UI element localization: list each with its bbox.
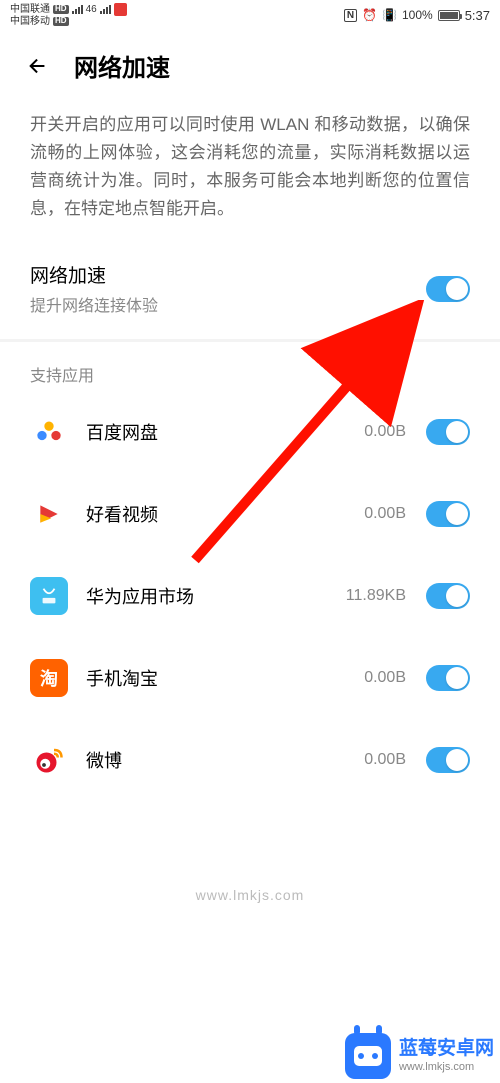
main-toggle-row: 网络加速 提升网络连接体验 [0,243,500,334]
app-toggle-haokan[interactable] [426,501,470,527]
app-data: 0.00B [364,505,406,523]
carrier-1: 中国联通 [10,4,50,15]
app-row-weibo[interactable]: 微博 0.00B [0,719,500,801]
main-toggle-title: 网络加速 [30,261,158,288]
app-data: 11.89KB [346,587,406,605]
footer-brand: 蓝莓安卓网 [399,1038,494,1061]
back-button[interactable] [24,52,52,80]
signal-2-icon [100,5,111,14]
signal-1-icon [72,5,83,14]
app-indicator-icon [114,3,127,16]
app-data: 0.00B [364,423,406,441]
clock: 5:37 [465,8,490,23]
app-name: 微博 [86,747,364,773]
app-row-haokan[interactable]: 好看视频 0.00B [0,473,500,555]
watermark: www.lmkjs.com [0,887,500,903]
header: 网络加速 [0,30,500,101]
nfc-icon: N [344,9,357,22]
app-toggle-baidu[interactable] [426,419,470,445]
main-toggle[interactable] [426,276,470,302]
battery-pct: 100% [402,8,433,22]
app-row-taobao[interactable]: 淘 手机淘宝 0.00B [0,637,500,719]
app-row-huawei-appgallery[interactable]: 华为应用市场 11.89KB [0,555,500,637]
status-left: 中国联通 HD 46 中国移动 HD [10,3,127,27]
app-toggle-weibo[interactable] [426,747,470,773]
app-row-baidu-netdisk[interactable]: 百度网盘 0.00B [0,391,500,473]
huawei-appgallery-icon [30,577,68,615]
description-text: 开关开启的应用可以同时使用 WLAN 和移动数据，以确保流畅的上网体验，这会消耗… [0,101,500,243]
hd-badge-2: HD [53,17,69,26]
taobao-icon: 淘 [30,659,68,697]
app-toggle-huawei[interactable] [426,583,470,609]
footer-url: www.lmkjs.com [399,1061,494,1074]
footer-badge: 蓝莓安卓网 www.lmkjs.com [315,1023,500,1083]
app-name: 手机淘宝 [86,665,364,691]
page-title: 网络加速 [74,48,170,83]
app-data: 0.00B [364,751,406,769]
status-bar: 中国联通 HD 46 中国移动 HD N ⏰ 📳 100% 5:37 [0,0,500,30]
app-name: 百度网盘 [86,419,364,445]
battery-icon [438,10,460,21]
app-toggle-taobao[interactable] [426,665,470,691]
arrow-left-icon [27,55,49,77]
hd-badge-1: HD [53,5,69,14]
main-toggle-subtitle: 提升网络连接体验 [30,292,158,316]
status-right: N ⏰ 📳 100% 5:37 [344,8,490,23]
app-data: 0.00B [364,669,406,687]
weibo-icon [30,741,68,779]
app-name: 华为应用市场 [86,583,346,609]
haokan-icon [30,495,68,533]
baidu-netdisk-icon [30,413,68,451]
network-label: 46 [86,4,97,15]
alarm-icon: ⏰ [362,8,377,22]
robot-logo-icon [345,1033,391,1079]
section-title: 支持应用 [0,342,500,391]
vibrate-icon: 📳 [382,8,397,22]
app-name: 好看视频 [86,501,364,527]
carrier-2: 中国移动 [10,16,50,27]
